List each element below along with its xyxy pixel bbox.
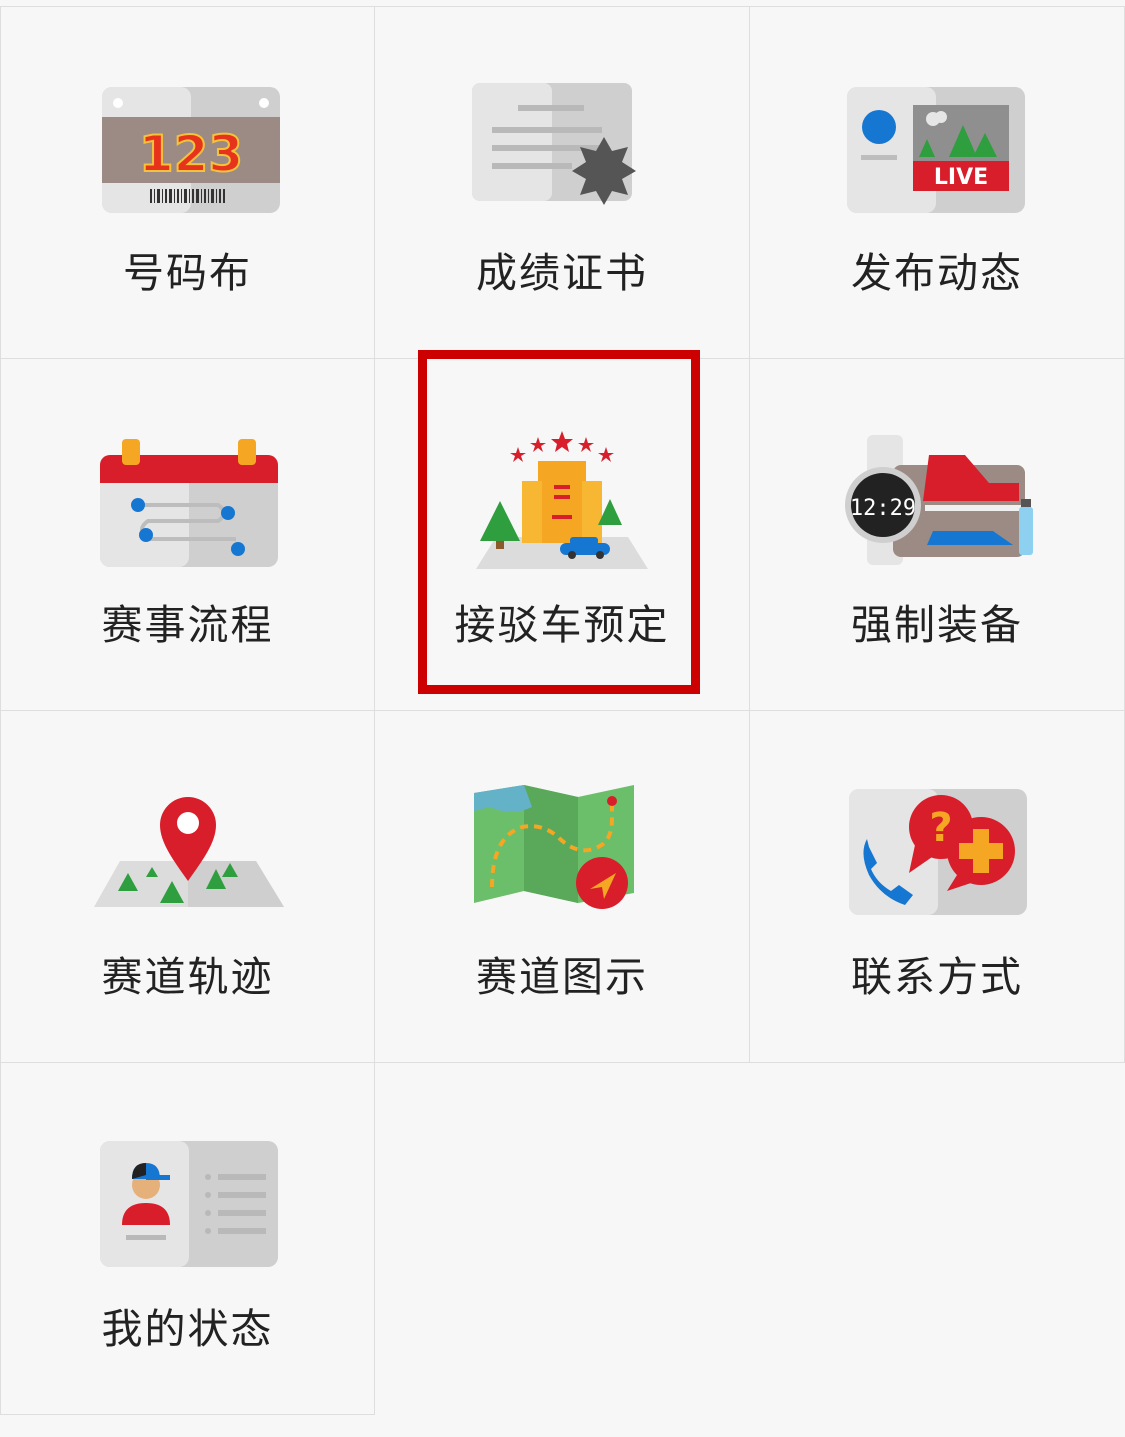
grid-item-certificate[interactable]: 成绩证书: [374, 7, 750, 359]
grid-item-label: 号码布: [123, 249, 252, 297]
mandatory-gear-icon: 12:29: [837, 425, 1037, 575]
grid-item-contact[interactable]: ? 联系方式: [749, 711, 1125, 1063]
grid-item-label: 赛事流程: [101, 601, 274, 649]
svg-text:12:29: 12:29: [850, 496, 916, 521]
grid-item-label: 联系方式: [851, 953, 1023, 1001]
profile-card-icon: [88, 1129, 288, 1279]
grid-item-mandatory-gear[interactable]: 12:29 强制装备: [749, 359, 1125, 711]
grid-item-route-map[interactable]: 赛道图示: [374, 711, 750, 1063]
route-map-icon: [462, 777, 662, 927]
certificate-icon: [462, 73, 662, 223]
svg-text:123: 123: [138, 125, 242, 183]
grid-item-label: 接驳车预定: [454, 601, 670, 649]
grid-item-label: 强制装备: [851, 601, 1023, 649]
svg-text:LIVE: LIVE: [934, 165, 988, 190]
grid-item-label: 成绩证书: [476, 249, 648, 297]
grid-item-live-post[interactable]: LIVE 发布动态: [749, 7, 1125, 359]
grid-item-race-schedule[interactable]: 赛事流程: [0, 359, 375, 711]
grid-item-label: 发布动态: [851, 249, 1023, 297]
grid-item-label: 我的状态: [101, 1305, 274, 1353]
live-post-icon: LIVE: [837, 73, 1037, 223]
grid-item-my-status[interactable]: 我的状态: [0, 1063, 375, 1415]
grid-item-track[interactable]: 赛道轨迹: [0, 711, 375, 1063]
race-bib-icon: 123: [88, 73, 288, 223]
grid-item-label: 赛道图示: [476, 953, 648, 1001]
map-pin-track-icon: [88, 777, 288, 927]
shuttle-booking-icon: [462, 425, 662, 575]
calendar-schedule-icon: [88, 425, 288, 575]
grid-item-label: 赛道轨迹: [101, 953, 274, 1001]
grid-item-shuttle-booking[interactable]: 接驳车预定: [374, 359, 750, 711]
grid-item-race-bib[interactable]: 123 号码布: [0, 7, 375, 359]
feature-grid: 123 号码布 成绩证书 LIVE 发布动态 赛事流程 接驳车预定 12:29 …: [0, 6, 1125, 1415]
contact-phone-icon: ?: [837, 777, 1037, 927]
